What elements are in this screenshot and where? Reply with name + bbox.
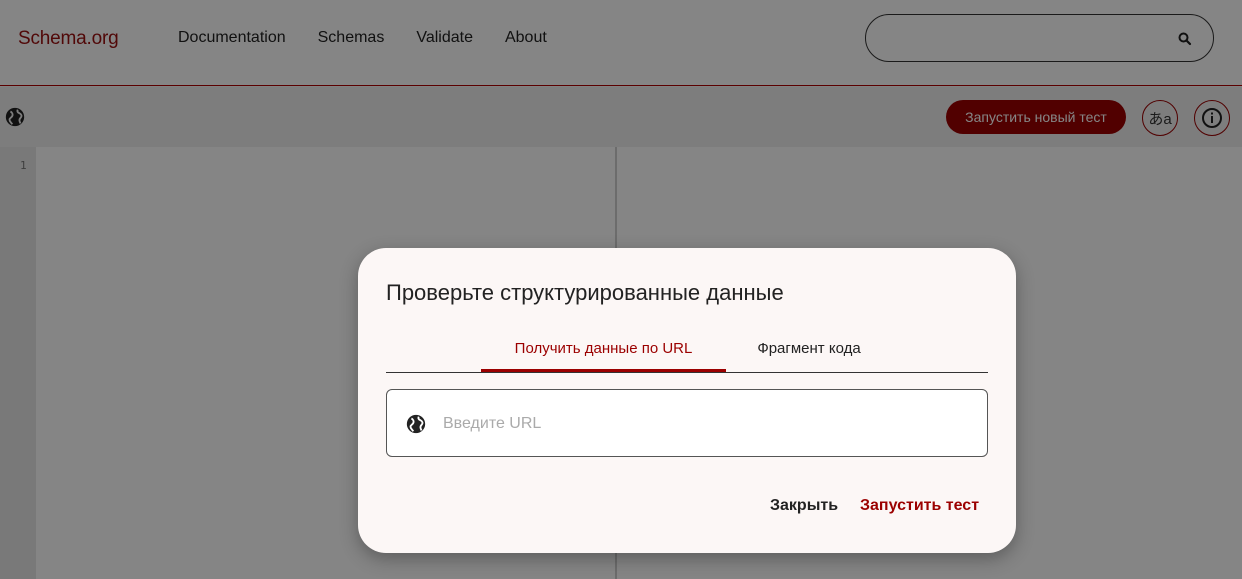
- globe-icon: [406, 414, 426, 434]
- tab-fetch-url[interactable]: Получить данные по URL: [481, 332, 726, 372]
- url-input[interactable]: [443, 412, 963, 436]
- run-test-button[interactable]: Запустить тест: [860, 497, 979, 515]
- close-button[interactable]: Закрыть: [770, 497, 838, 515]
- tab-code-snippet[interactable]: Фрагмент кода: [726, 332, 892, 372]
- dialog-title: Проверьте структурированные данные: [386, 280, 784, 305]
- validate-dialog: Проверьте структурированные данные Получ…: [358, 248, 1016, 553]
- url-field[interactable]: [386, 389, 988, 457]
- dialog-tabs: Получить данные по URL Фрагмент кода: [386, 332, 988, 373]
